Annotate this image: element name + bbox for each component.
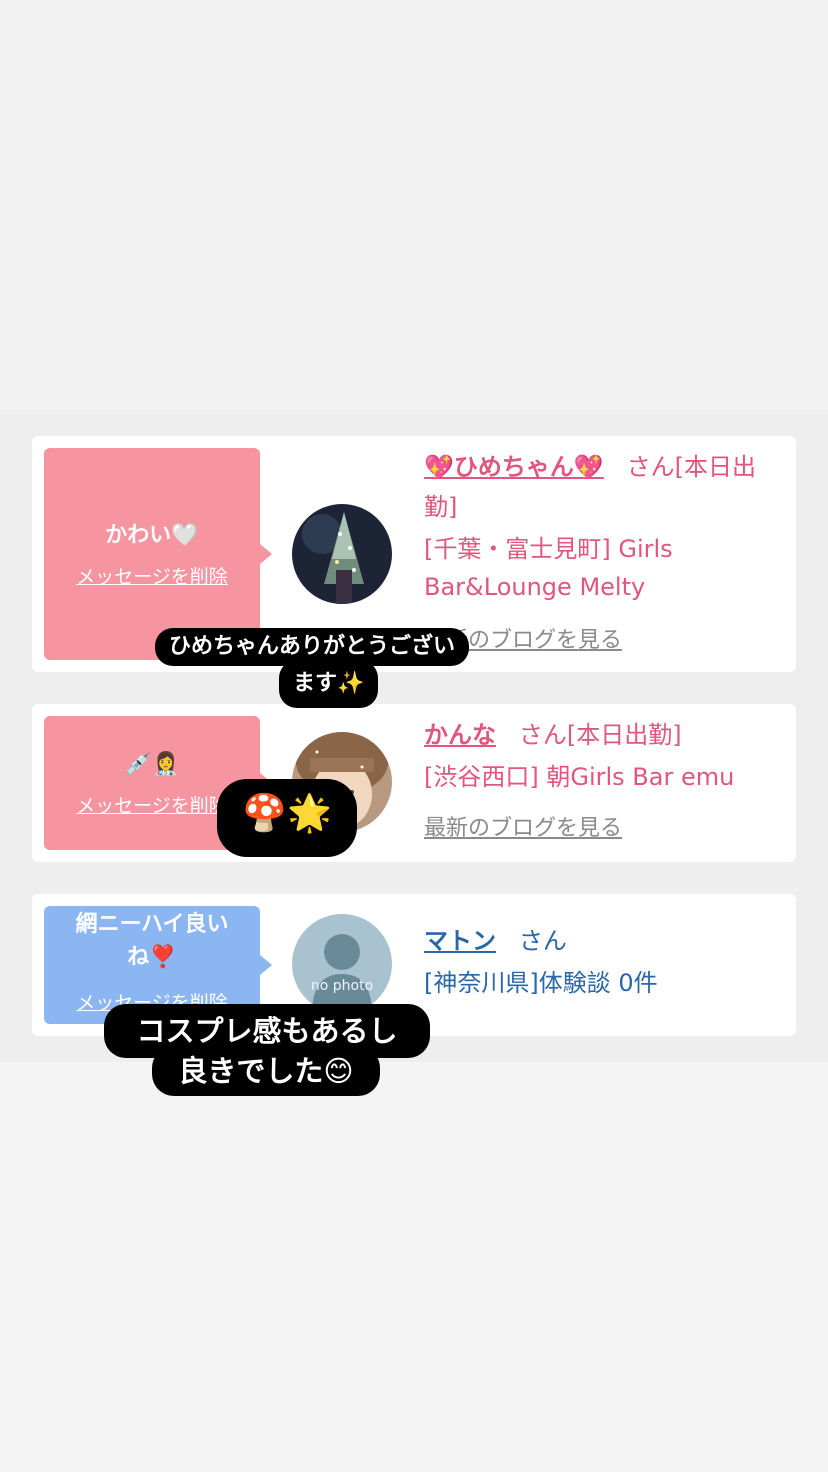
- message-list: かわい🤍 メッセージを削除 💖ひめちゃん💖 さん[本日出 勤] [千葉・富士見町…: [0, 410, 828, 1062]
- blank-bottom-area: [0, 1062, 828, 1472]
- cast-name-link[interactable]: 💖ひめちゃん💖: [424, 453, 604, 481]
- story-caption: 🍄🌟: [217, 779, 357, 857]
- story-caption: ます✨: [279, 660, 379, 708]
- shop-line[interactable]: [千葉・富士見町] Girls: [424, 530, 782, 568]
- message-text: ね❣️: [127, 945, 177, 970]
- latest-blog-link[interactable]: 最新のブログを見る: [424, 622, 782, 654]
- latest-blog-link[interactable]: 最新のブログを見る: [424, 810, 782, 842]
- cast-name-link[interactable]: かんな: [424, 721, 496, 749]
- no-photo-label: no photo: [310, 978, 374, 994]
- shop-line[interactable]: [渋谷西口] 朝Girls Bar emu: [424, 758, 782, 796]
- caption-line: 良きでした😊: [178, 1054, 354, 1088]
- delete-message-link[interactable]: メッセージを削除: [76, 562, 228, 589]
- no-photo-avatar[interactable]: no photo: [292, 914, 392, 1014]
- honorific-status: さん[本日出: [626, 453, 757, 481]
- avatar[interactable]: [292, 504, 392, 604]
- cast-info: 💖ひめちゃん💖 さん[本日出 勤] [千葉・富士見町] Girls Bar&Lo…: [424, 448, 782, 654]
- message-text: 💉👩‍⚕️: [124, 752, 180, 777]
- story-caption: 良きでした😊: [152, 1046, 380, 1096]
- message-text: かわい🤍: [105, 523, 199, 548]
- caption-line: ひめちゃんありがとうござい: [169, 634, 456, 659]
- status-continued: 勤]: [424, 493, 458, 521]
- shop-line[interactable]: Bar&Lounge Melty: [424, 568, 782, 606]
- message-text: 網ニーハイ良い: [75, 912, 229, 937]
- honorific: さん: [518, 927, 567, 955]
- delete-message-link[interactable]: メッセージを削除: [76, 791, 228, 818]
- message-card: 💉👩‍⚕️ メッセージを削除 かんな さん[本日出勤] [渋谷西口] 朝Girl: [32, 704, 796, 862]
- caption-line: ます✨: [293, 671, 365, 696]
- shop-line[interactable]: [神奈川県]体験談 0件: [424, 964, 782, 1002]
- cast-name-link[interactable]: マトン: [424, 927, 496, 955]
- blank-top-area: [0, 0, 828, 410]
- honorific-status: さん[本日出勤]: [518, 721, 682, 749]
- cast-info: かんな さん[本日出勤] [渋谷西口] 朝Girls Bar emu 最新のブロ…: [424, 716, 782, 842]
- caption-emoji: 🍄🌟: [242, 793, 332, 834]
- cast-info: マトン さん [神奈川県]体験談 0件: [424, 922, 782, 1002]
